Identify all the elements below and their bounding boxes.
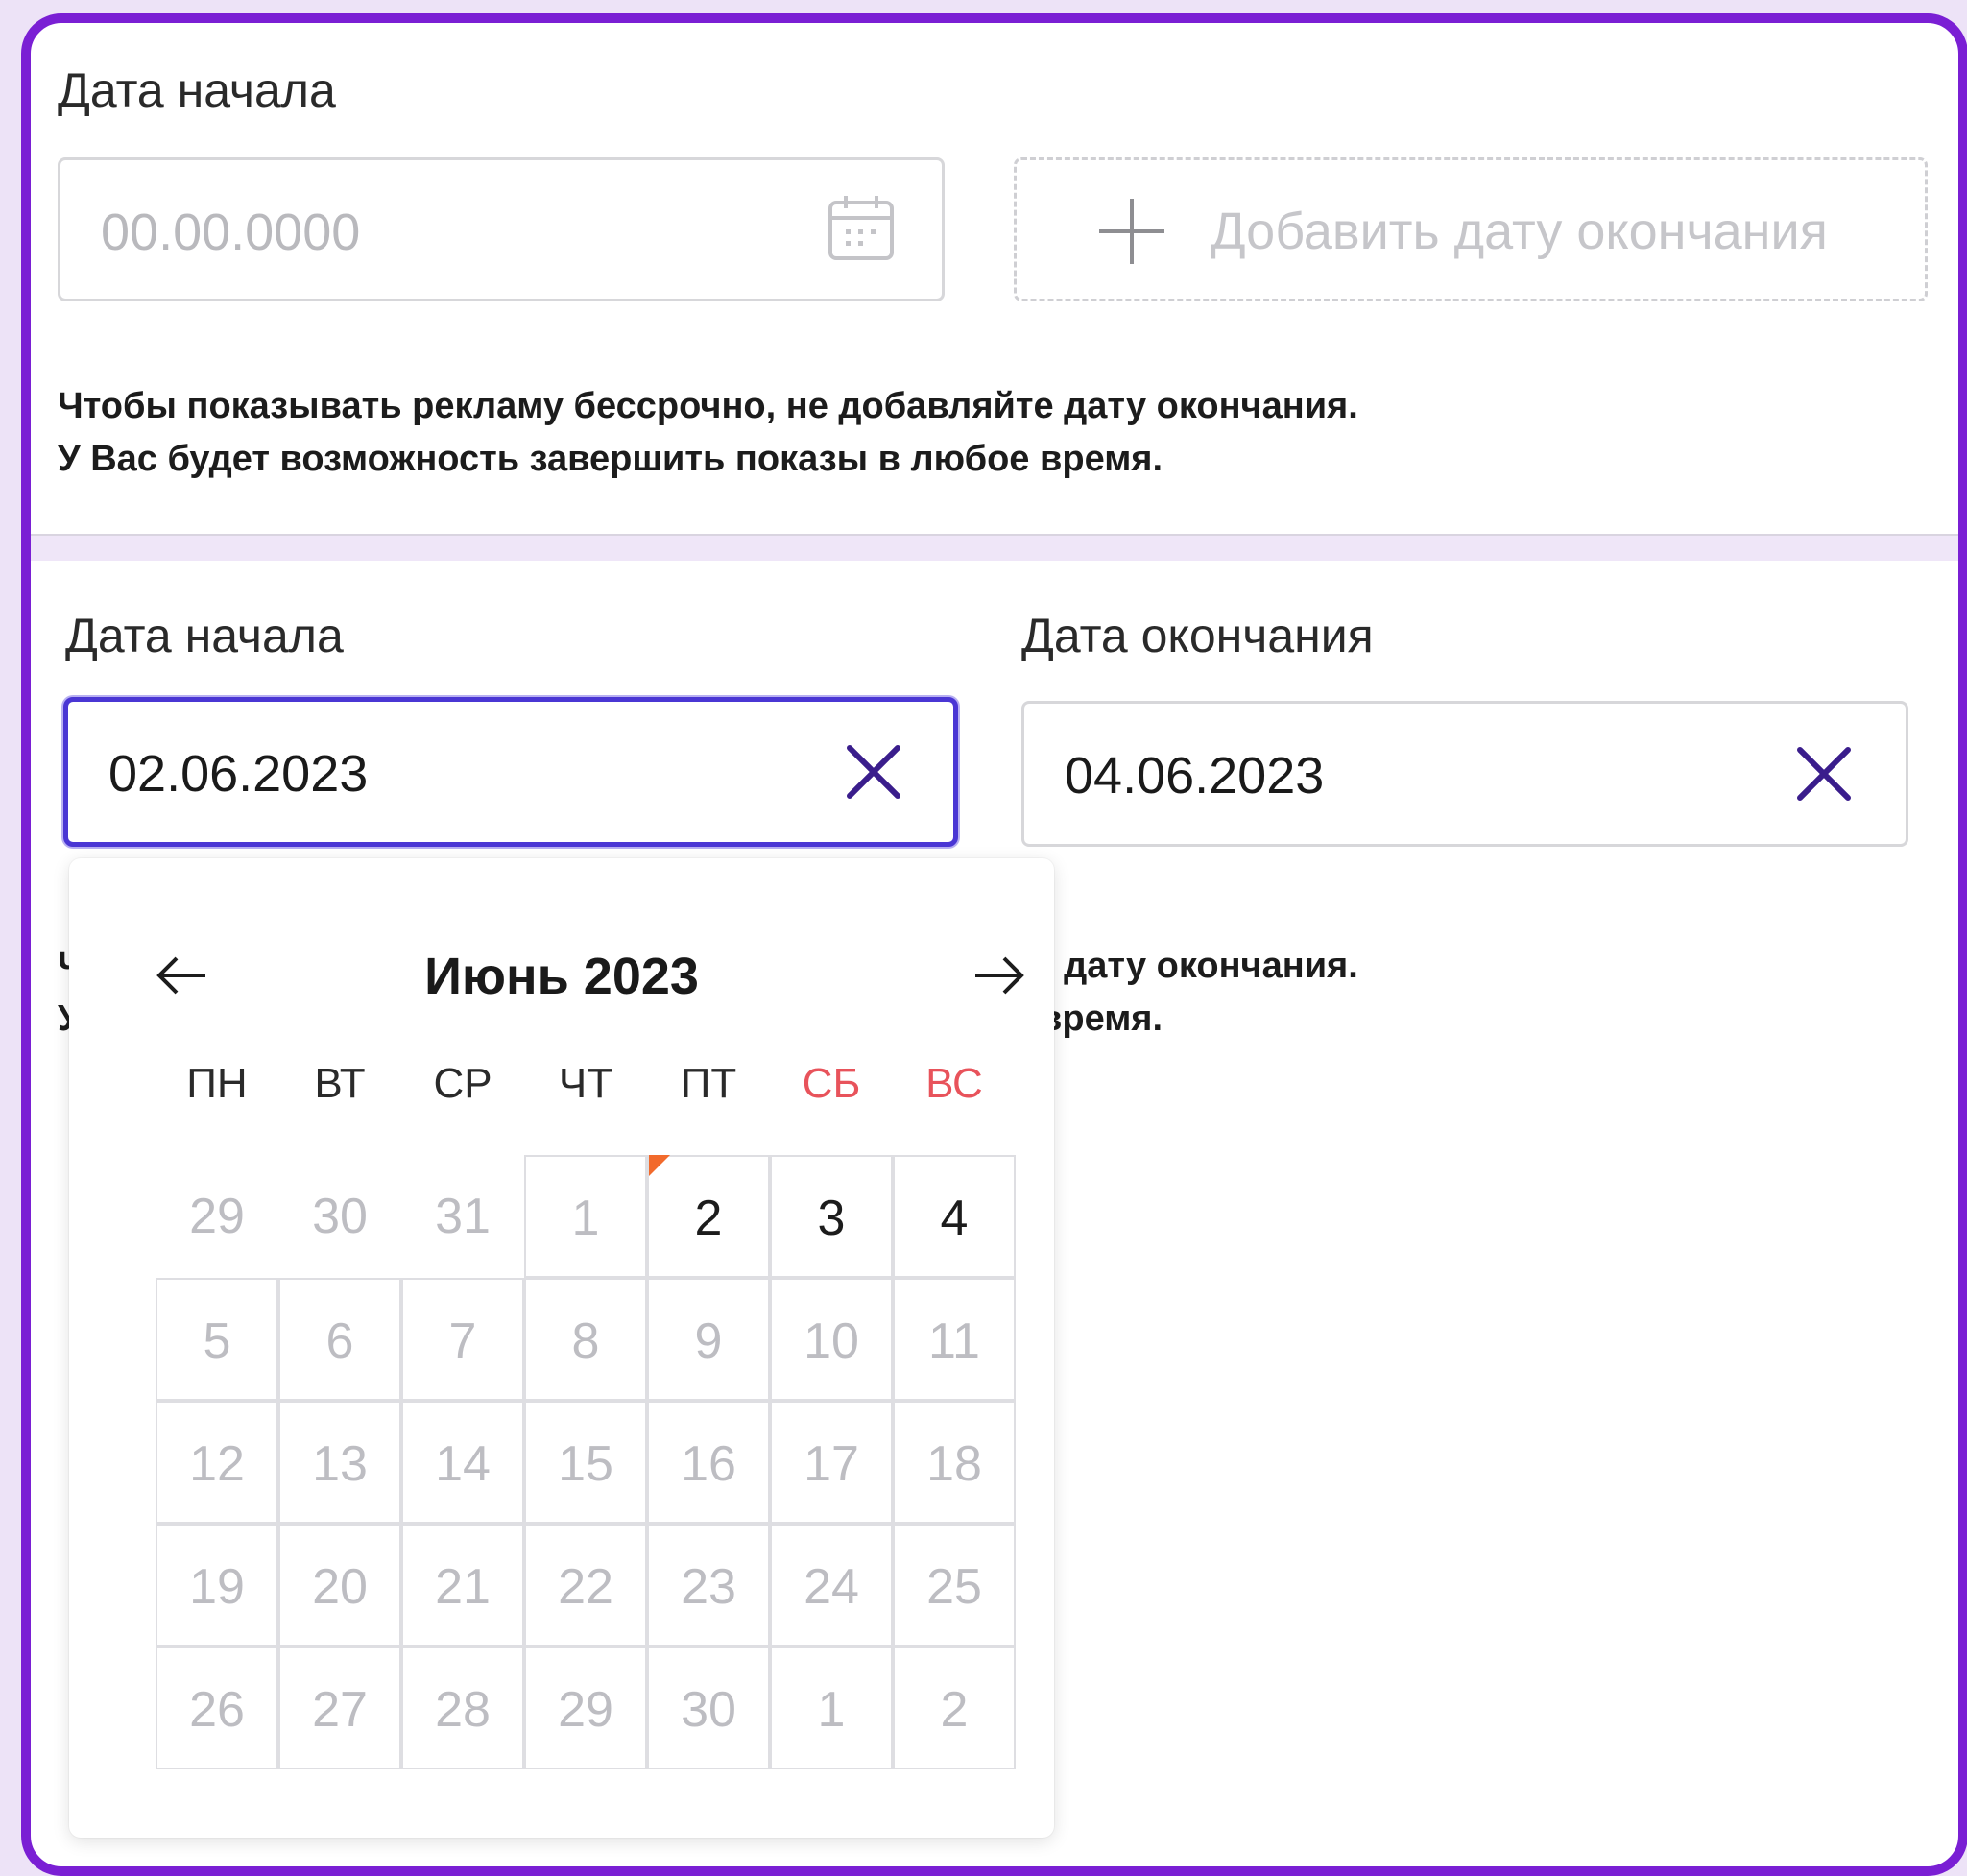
day-number: 2 [694, 1191, 723, 1246]
calendar-grid: 29 30 31 1 2 3 4 5 6 7 8 9 10 11 12 13 1… [156, 1155, 1016, 1769]
day-cell[interactable]: 1 [770, 1647, 893, 1769]
day-cell[interactable]: 8 [524, 1278, 647, 1401]
start-date-input[interactable]: 00.00.0000 [58, 157, 945, 301]
day-cell[interactable]: 25 [893, 1524, 1016, 1647]
clear-end-date-icon[interactable] [1794, 744, 1854, 804]
day-cell[interactable]: 22 [524, 1524, 647, 1647]
day-cell-selected-start[interactable]: 2 [647, 1155, 770, 1278]
next-month-arrow-icon[interactable] [970, 947, 1027, 1004]
weekday-mon: ПН [186, 1060, 248, 1107]
day-cell[interactable]: 28 [401, 1647, 524, 1769]
frame: Дата начала 00.00.0000 Добавить дату око… [21, 13, 1967, 1876]
day-cell[interactable]: 15 [524, 1401, 647, 1524]
start-date-input-2[interactable]: 02.06.2023 [63, 697, 958, 847]
day-cell[interactable]: 11 [893, 1278, 1016, 1401]
day-cell[interactable]: 13 [278, 1401, 401, 1524]
clear-start-date-icon[interactable] [844, 742, 903, 802]
end-date-input[interactable]: 04.06.2023 [1021, 701, 1908, 847]
day-cell[interactable]: 30 [647, 1647, 770, 1769]
day-cell[interactable]: 1 [524, 1155, 647, 1278]
day-cell[interactable]: 19 [156, 1524, 278, 1647]
day-cell[interactable]: 29 [524, 1647, 647, 1769]
day-cell: 30 [312, 1189, 368, 1244]
section-divider [31, 534, 1958, 561]
end-date-value: 04.06.2023 [1065, 747, 1325, 805]
day-cell[interactable]: 12 [156, 1401, 278, 1524]
day-cell[interactable]: 16 [647, 1401, 770, 1524]
day-cell[interactable]: 5 [156, 1278, 278, 1401]
add-end-date-label: Добавить дату окончания [1211, 203, 1828, 260]
day-cell[interactable]: 7 [401, 1278, 524, 1401]
weekday-fri: ПТ [680, 1060, 737, 1107]
day-cell-selected-end[interactable]: 4 [893, 1155, 1016, 1278]
start-date-label-2: Дата начала [65, 609, 344, 662]
day-cell[interactable]: 27 [278, 1647, 401, 1769]
day-cell[interactable]: 24 [770, 1524, 893, 1647]
day-cell[interactable]: 14 [401, 1401, 524, 1524]
add-end-date-button[interactable]: Добавить дату окончания [1014, 157, 1928, 301]
day-cell[interactable]: 23 [647, 1524, 770, 1647]
hint-line-2: У Вас будет возможность завершить показы… [58, 439, 1163, 479]
day-cell[interactable]: 21 [401, 1524, 524, 1647]
weekday-thu: ЧТ [558, 1060, 613, 1107]
hint-line-1: Чтобы показывать рекламу бессрочно, не д… [58, 386, 1358, 426]
day-cell: 29 [189, 1189, 245, 1244]
weekday-tue: ВТ [314, 1060, 366, 1107]
start-date-label: Дата начала [58, 63, 336, 117]
day-cell[interactable]: 26 [156, 1647, 278, 1769]
weekday-sat: СБ [802, 1060, 861, 1107]
day-cell[interactable]: 18 [893, 1401, 1016, 1524]
day-cell: 31 [435, 1189, 491, 1244]
day-cell[interactable]: 20 [278, 1524, 401, 1647]
weekday-sun: ВС [925, 1060, 983, 1107]
date-picker-dropdown: Июнь 2023 ПН ВТ СР ЧТ ПТ СБ ВС 29 30 31 … [69, 858, 1054, 1838]
day-cell[interactable]: 10 [770, 1278, 893, 1401]
day-cell[interactable]: 6 [278, 1278, 401, 1401]
calendar-icon[interactable] [825, 193, 898, 266]
day-cell[interactable]: 2 [893, 1647, 1016, 1769]
day-cell-in-range[interactable]: 3 [770, 1155, 893, 1278]
today-marker [649, 1155, 670, 1176]
start-date-value: 02.06.2023 [108, 745, 369, 803]
plus-icon [1095, 195, 1168, 268]
day-cell[interactable]: 9 [647, 1278, 770, 1401]
weekday-wed: СР [433, 1060, 492, 1107]
calendar-month-title: Июнь 2023 [424, 948, 699, 1005]
end-date-label: Дата окончания [1021, 609, 1374, 662]
day-cell[interactable]: 17 [770, 1401, 893, 1524]
start-date-placeholder: 00.00.0000 [101, 204, 361, 261]
hint-text: Чтобы показывать рекламу бессрочно, не д… [58, 380, 1358, 486]
